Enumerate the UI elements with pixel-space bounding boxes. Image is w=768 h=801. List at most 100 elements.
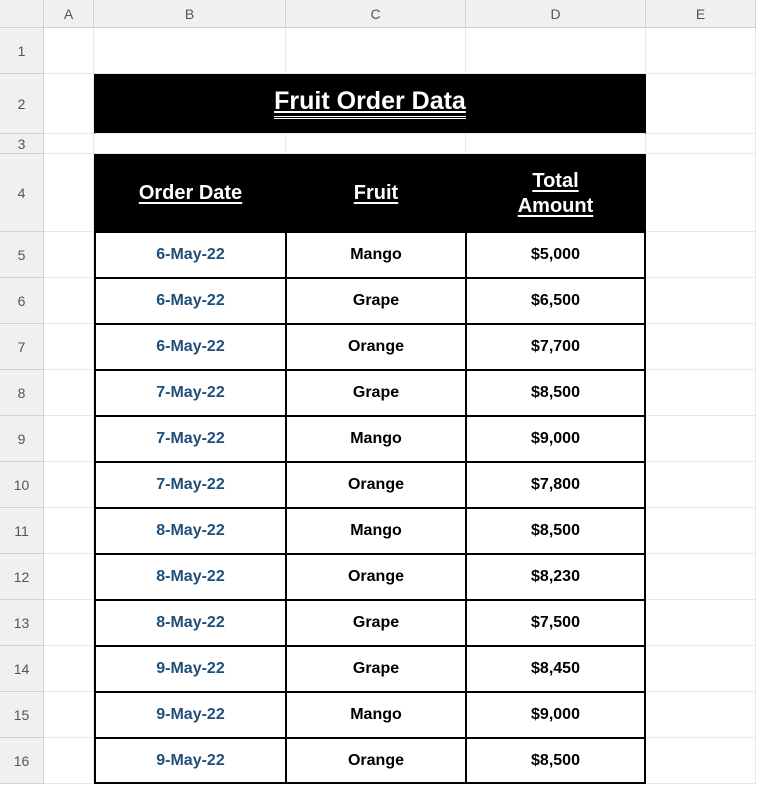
cell-a6[interactable] — [44, 278, 94, 324]
cell-date[interactable]: 8-May-22 — [94, 508, 286, 554]
cell-b3[interactable] — [94, 134, 286, 154]
row-head-3[interactable]: 3 — [0, 134, 44, 154]
row-head-8[interactable]: 8 — [0, 370, 44, 416]
cell-fruit[interactable]: Mango — [286, 416, 466, 462]
row-head-10[interactable]: 10 — [0, 462, 44, 508]
cell-a5[interactable] — [44, 232, 94, 278]
cell-fruit[interactable]: Grape — [286, 370, 466, 416]
row-head-16[interactable]: 16 — [0, 738, 44, 784]
cell-e6[interactable] — [646, 278, 756, 324]
cell-amount[interactable]: $7,800 — [466, 462, 646, 508]
cell-amount[interactable]: $8,500 — [466, 738, 646, 784]
cell-e10[interactable] — [646, 462, 756, 508]
row-head-5[interactable]: 5 — [0, 232, 44, 278]
col-head-e[interactable]: E — [646, 0, 756, 28]
cell-e11[interactable] — [646, 508, 756, 554]
title-cell[interactable]: Fruit Order Data — [94, 74, 646, 134]
cell-a10[interactable] — [44, 462, 94, 508]
cell-e16[interactable] — [646, 738, 756, 784]
cell-fruit[interactable]: Grape — [286, 600, 466, 646]
cell-date[interactable]: 6-May-22 — [94, 278, 286, 324]
row-head-4[interactable]: 4 — [0, 154, 44, 232]
cell-a8[interactable] — [44, 370, 94, 416]
cell-date[interactable]: 7-May-22 — [94, 416, 286, 462]
cell-a3[interactable] — [44, 134, 94, 154]
col-head-a[interactable]: A — [44, 0, 94, 28]
cell-amount[interactable]: $7,500 — [466, 600, 646, 646]
row-head-1[interactable]: 1 — [0, 28, 44, 74]
cell-fruit[interactable]: Orange — [286, 738, 466, 784]
cell-e15[interactable] — [646, 692, 756, 738]
cell-amount[interactable]: $7,700 — [466, 324, 646, 370]
cell-a13[interactable] — [44, 600, 94, 646]
row-head-2[interactable]: 2 — [0, 74, 44, 134]
row-head-12[interactable]: 12 — [0, 554, 44, 600]
cell-date[interactable]: 9-May-22 — [94, 738, 286, 784]
cell-a2[interactable] — [44, 74, 94, 134]
cell-date[interactable]: 6-May-22 — [94, 232, 286, 278]
cell-fruit[interactable]: Orange — [286, 554, 466, 600]
cell-a4[interactable] — [44, 154, 94, 232]
cell-amount[interactable]: $8,500 — [466, 370, 646, 416]
select-all-cell[interactable] — [0, 0, 44, 28]
cell-date[interactable]: 7-May-22 — [94, 462, 286, 508]
cell-date[interactable]: 8-May-22 — [94, 554, 286, 600]
cell-fruit[interactable]: Grape — [286, 646, 466, 692]
cell-a9[interactable] — [44, 416, 94, 462]
cell-e12[interactable] — [646, 554, 756, 600]
cell-amount[interactable]: $8,500 — [466, 508, 646, 554]
cell-a12[interactable] — [44, 554, 94, 600]
cell-e3[interactable] — [646, 134, 756, 154]
row-head-14[interactable]: 14 — [0, 646, 44, 692]
cell-b1[interactable] — [94, 28, 286, 74]
cell-date[interactable]: 7-May-22 — [94, 370, 286, 416]
cell-amount[interactable]: $9,000 — [466, 416, 646, 462]
row-head-13[interactable]: 13 — [0, 600, 44, 646]
col-head-d[interactable]: D — [466, 0, 646, 28]
cell-e8[interactable] — [646, 370, 756, 416]
cell-amount[interactable]: $5,000 — [466, 232, 646, 278]
cell-amount[interactable]: $9,000 — [466, 692, 646, 738]
cell-date[interactable]: 8-May-22 — [94, 600, 286, 646]
col-header-order-date[interactable]: Order Date — [94, 154, 286, 232]
cell-a16[interactable] — [44, 738, 94, 784]
cell-a15[interactable] — [44, 692, 94, 738]
cell-c3[interactable] — [286, 134, 466, 154]
cell-amount[interactable]: $6,500 — [466, 278, 646, 324]
cell-e14[interactable] — [646, 646, 756, 692]
row-head-7[interactable]: 7 — [0, 324, 44, 370]
cell-fruit[interactable]: Mango — [286, 232, 466, 278]
cell-e13[interactable] — [646, 600, 756, 646]
cell-e1[interactable] — [646, 28, 756, 74]
cell-fruit[interactable]: Mango — [286, 692, 466, 738]
cell-date[interactable]: 9-May-22 — [94, 692, 286, 738]
cell-fruit[interactable]: Orange — [286, 462, 466, 508]
cell-date[interactable]: 6-May-22 — [94, 324, 286, 370]
cell-e9[interactable] — [646, 416, 756, 462]
col-head-b[interactable]: B — [94, 0, 286, 28]
cell-e4[interactable] — [646, 154, 756, 232]
cell-fruit[interactable]: Grape — [286, 278, 466, 324]
cell-d1[interactable] — [466, 28, 646, 74]
cell-c1[interactable] — [286, 28, 466, 74]
cell-date[interactable]: 9-May-22 — [94, 646, 286, 692]
row-head-11[interactable]: 11 — [0, 508, 44, 554]
cell-a7[interactable] — [44, 324, 94, 370]
col-head-c[interactable]: C — [286, 0, 466, 28]
cell-fruit[interactable]: Orange — [286, 324, 466, 370]
cell-a14[interactable] — [44, 646, 94, 692]
cell-e5[interactable] — [646, 232, 756, 278]
row-head-6[interactable]: 6 — [0, 278, 44, 324]
cell-a1[interactable] — [44, 28, 94, 74]
cell-amount[interactable]: $8,230 — [466, 554, 646, 600]
col-header-fruit[interactable]: Fruit — [286, 154, 466, 232]
cell-e2[interactable] — [646, 74, 756, 134]
row-head-15[interactable]: 15 — [0, 692, 44, 738]
cell-a11[interactable] — [44, 508, 94, 554]
row-head-9[interactable]: 9 — [0, 416, 44, 462]
cell-d3[interactable] — [466, 134, 646, 154]
cell-fruit[interactable]: Mango — [286, 508, 466, 554]
cell-amount[interactable]: $8,450 — [466, 646, 646, 692]
col-header-total-amount[interactable]: Total Amount — [466, 154, 646, 232]
cell-e7[interactable] — [646, 324, 756, 370]
